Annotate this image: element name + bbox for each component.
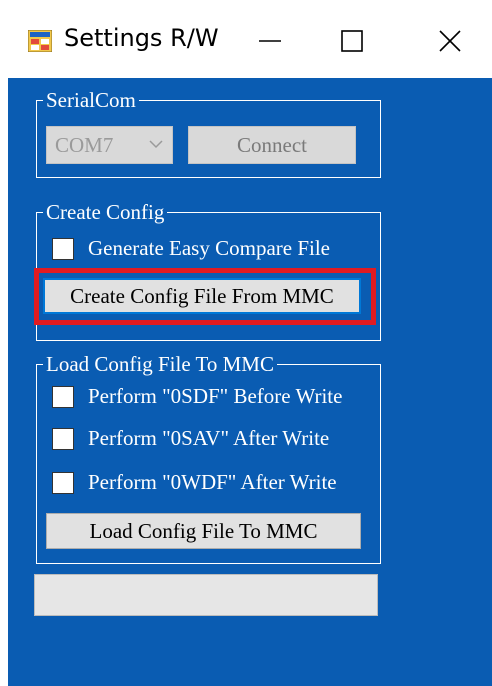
- osav-label: Perform "0SAV" After Write: [88, 426, 330, 450]
- osdf-checkbox[interactable]: [52, 385, 74, 408]
- load-config-group-label: Load Config File To MMC: [43, 352, 277, 376]
- option-row-owdf[interactable]: Perform "0WDF" After Write: [52, 470, 337, 495]
- settings-window: Settings R/W SerialCom COM7 Connect Crea…: [0, 0, 492, 686]
- chevron-down-icon: [149, 140, 163, 149]
- maximize-button[interactable]: [322, 14, 382, 68]
- load-config-button[interactable]: Load Config File To MMC: [46, 513, 361, 549]
- easy-compare-label: Generate Easy Compare File: [88, 236, 330, 260]
- progress-bar: [34, 574, 378, 616]
- close-icon: [439, 30, 461, 52]
- title-bar[interactable]: Settings R/W: [0, 0, 492, 78]
- maximize-icon: [341, 30, 363, 52]
- create-config-group-label: Create Config: [43, 200, 168, 224]
- close-button[interactable]: [420, 14, 480, 68]
- option-row-osav[interactable]: Perform "0SAV" After Write: [52, 426, 329, 451]
- owdf-checkbox[interactable]: [52, 471, 74, 494]
- minimize-button[interactable]: [240, 14, 300, 68]
- serialcom-group-label: SerialCom: [43, 88, 139, 112]
- create-config-button[interactable]: Create Config File From MMC: [43, 278, 361, 314]
- minimize-icon: [259, 40, 281, 42]
- osav-checkbox[interactable]: [52, 427, 74, 450]
- client-area: SerialCom COM7 Connect Create Config Gen…: [8, 78, 492, 686]
- osdf-label: Perform "0SDF" Before Write: [88, 384, 343, 408]
- com-port-select[interactable]: COM7: [46, 126, 173, 164]
- owdf-label: Perform "0WDF" After Write: [88, 470, 337, 494]
- com-port-value: COM7: [55, 133, 114, 157]
- window-title: Settings R/W: [64, 24, 219, 52]
- easy-compare-checkbox[interactable]: [52, 237, 74, 260]
- easy-compare-checkbox-row[interactable]: Generate Easy Compare File: [52, 236, 330, 261]
- app-window-icon: [28, 30, 52, 52]
- connect-button[interactable]: Connect: [188, 126, 356, 164]
- option-row-osdf[interactable]: Perform "0SDF" Before Write: [52, 384, 342, 409]
